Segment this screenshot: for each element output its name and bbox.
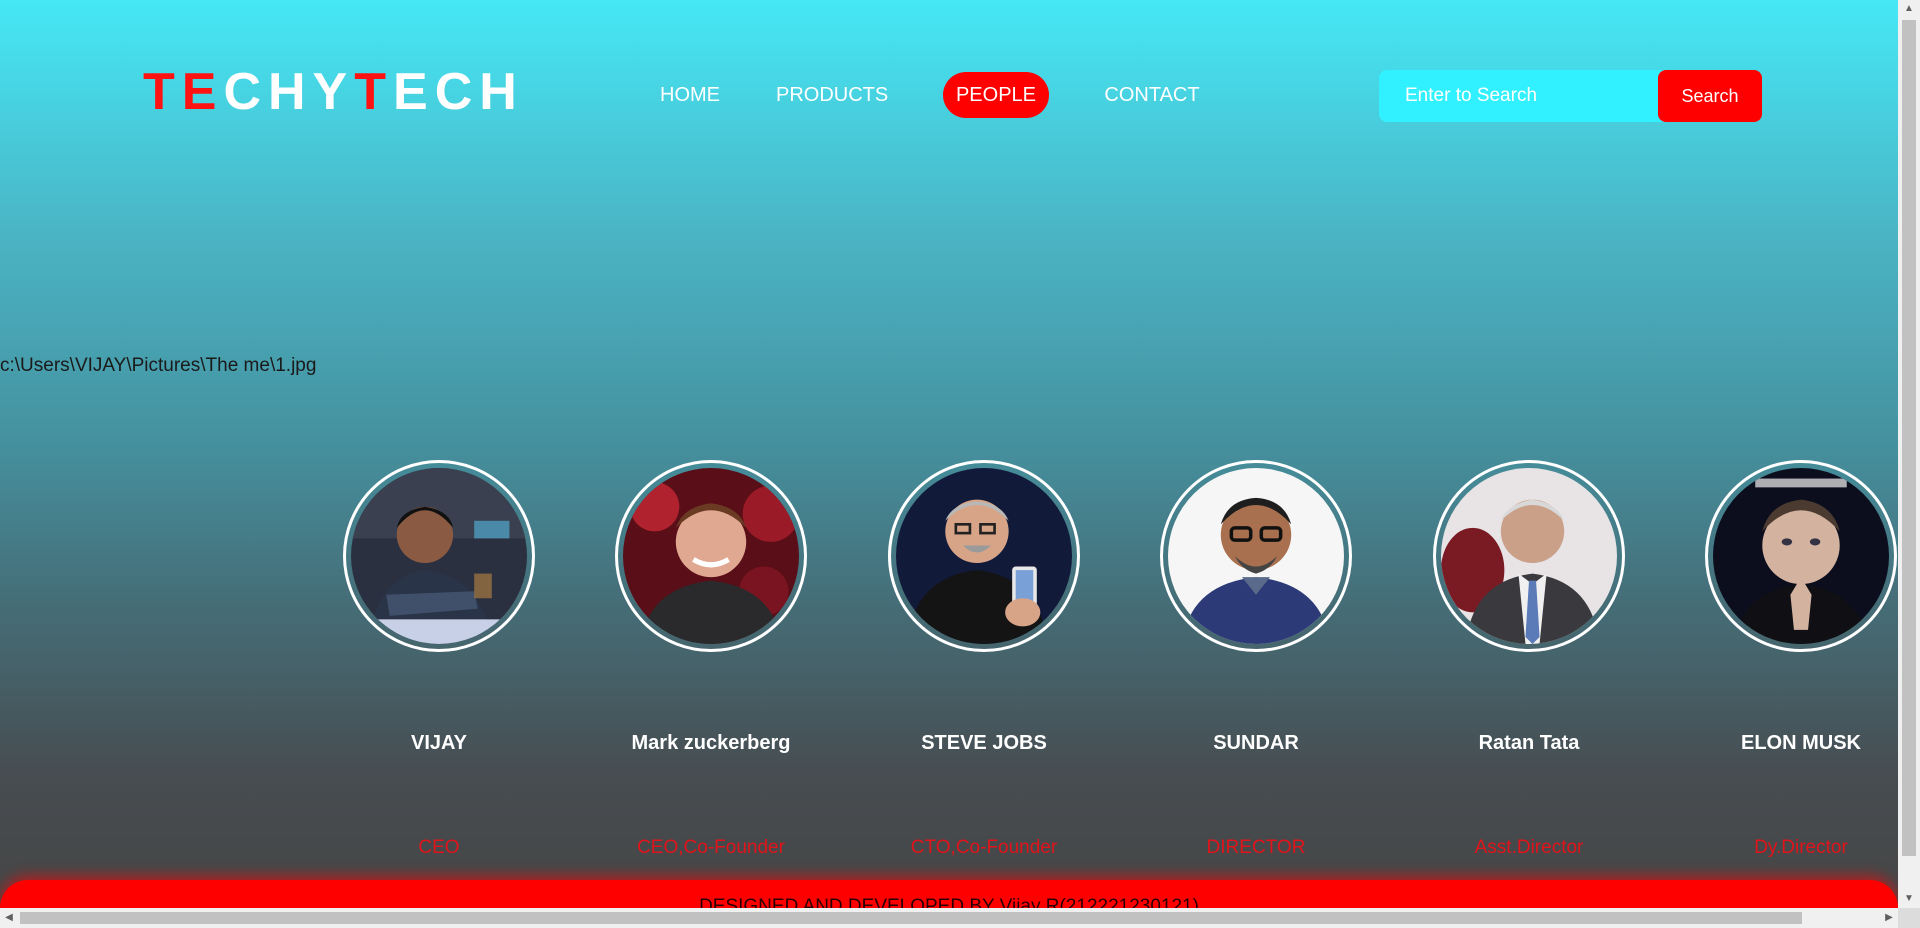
- scroll-up-arrow-icon[interactable]: ▲: [1898, 0, 1920, 18]
- logo-part: CHY: [223, 63, 355, 121]
- person-name: STEVE JOBS: [921, 732, 1047, 754]
- broken-image-path-text: c:\Users\VIJAY\Pictures\The me\1.jpg: [0, 355, 317, 376]
- site-logo[interactable]: TECHYTECH: [143, 62, 524, 122]
- avatar-photo-steve-jobs: [896, 468, 1072, 644]
- person-role: Asst.Director: [1474, 837, 1584, 858]
- avatar-frame: [615, 460, 807, 652]
- person-card: Mark zuckerberg CEO,Co-Founder: [615, 460, 807, 858]
- avatar[interactable]: [1441, 468, 1617, 644]
- scroll-down-arrow-icon[interactable]: ▼: [1898, 890, 1920, 908]
- person-card: STEVE JOBS CTO,Co-Founder: [888, 460, 1080, 858]
- avatar[interactable]: [623, 468, 799, 644]
- vertical-scrollbar[interactable]: ▲ ▼: [1898, 0, 1920, 908]
- person-role: CTO,Co-Founder: [910, 837, 1058, 858]
- avatar-photo-ratan-tata: [1441, 468, 1617, 644]
- avatar[interactable]: [1168, 468, 1344, 644]
- avatar[interactable]: [351, 468, 527, 644]
- scrollbar-corner: [1898, 908, 1920, 928]
- person-name: ELON MUSK: [1741, 732, 1861, 754]
- person-name: SUNDAR: [1213, 732, 1299, 754]
- nav-home[interactable]: HOME: [660, 72, 720, 118]
- person-card: VIJAY CEO: [343, 460, 535, 858]
- avatar[interactable]: [1713, 468, 1889, 644]
- nav-contact[interactable]: CONTACT: [1104, 72, 1200, 118]
- person-name: Ratan Tata: [1478, 732, 1580, 754]
- avatar-photo-elon-musk: [1713, 468, 1889, 644]
- scroll-left-arrow-icon[interactable]: ◀: [0, 908, 18, 928]
- avatar-frame: [343, 460, 535, 652]
- avatar-photo-mark-zuckerberg: [623, 468, 799, 644]
- person-card: Ratan Tata Asst.Director: [1433, 460, 1625, 858]
- avatar-frame: [888, 460, 1080, 652]
- person-card: ELON MUSK Dy.Director: [1705, 460, 1897, 858]
- logo-part: ECH: [393, 63, 524, 121]
- search-input[interactable]: [1379, 70, 1679, 122]
- avatar-frame: [1433, 460, 1625, 652]
- page-viewport: TECHYTECH HOME PRODUCTS PEOPLE CONTACT S…: [0, 0, 1898, 908]
- avatar-photo-vijay: [351, 468, 527, 644]
- person-card: SUNDAR DIRECTOR: [1160, 460, 1352, 858]
- logo-part: TE: [143, 63, 224, 121]
- avatar-frame: [1705, 460, 1897, 652]
- search-button[interactable]: Search: [1658, 70, 1762, 122]
- person-name: VIJAY: [411, 732, 467, 754]
- person-role: Dy.Director: [1754, 837, 1848, 858]
- person-role: CEO,Co-Founder: [637, 837, 785, 858]
- footer-credit-text: DESIGNED AND DEVELOPED BY Vijay R(212221…: [699, 896, 1199, 908]
- nav-products[interactable]: PRODUCTS: [776, 72, 888, 118]
- scroll-right-arrow-icon[interactable]: ▶: [1880, 908, 1898, 928]
- nav-people[interactable]: PEOPLE: [943, 72, 1049, 118]
- person-role: CEO: [418, 837, 460, 858]
- logo-part: T: [354, 63, 394, 121]
- person-name: Mark zuckerberg: [631, 732, 791, 754]
- avatar[interactable]: [896, 468, 1072, 644]
- horizontal-scrollbar[interactable]: ◀ ▶: [0, 908, 1898, 928]
- site-footer: DESIGNED AND DEVELOPED BY Vijay R(212221…: [0, 880, 1898, 908]
- horizontal-scroll-thumb[interactable]: [20, 912, 1802, 924]
- avatar-photo-sundar: [1168, 468, 1344, 644]
- avatar-frame: [1160, 460, 1352, 652]
- vertical-scroll-thumb[interactable]: [1902, 20, 1916, 856]
- person-role: DIRECTOR: [1206, 837, 1306, 858]
